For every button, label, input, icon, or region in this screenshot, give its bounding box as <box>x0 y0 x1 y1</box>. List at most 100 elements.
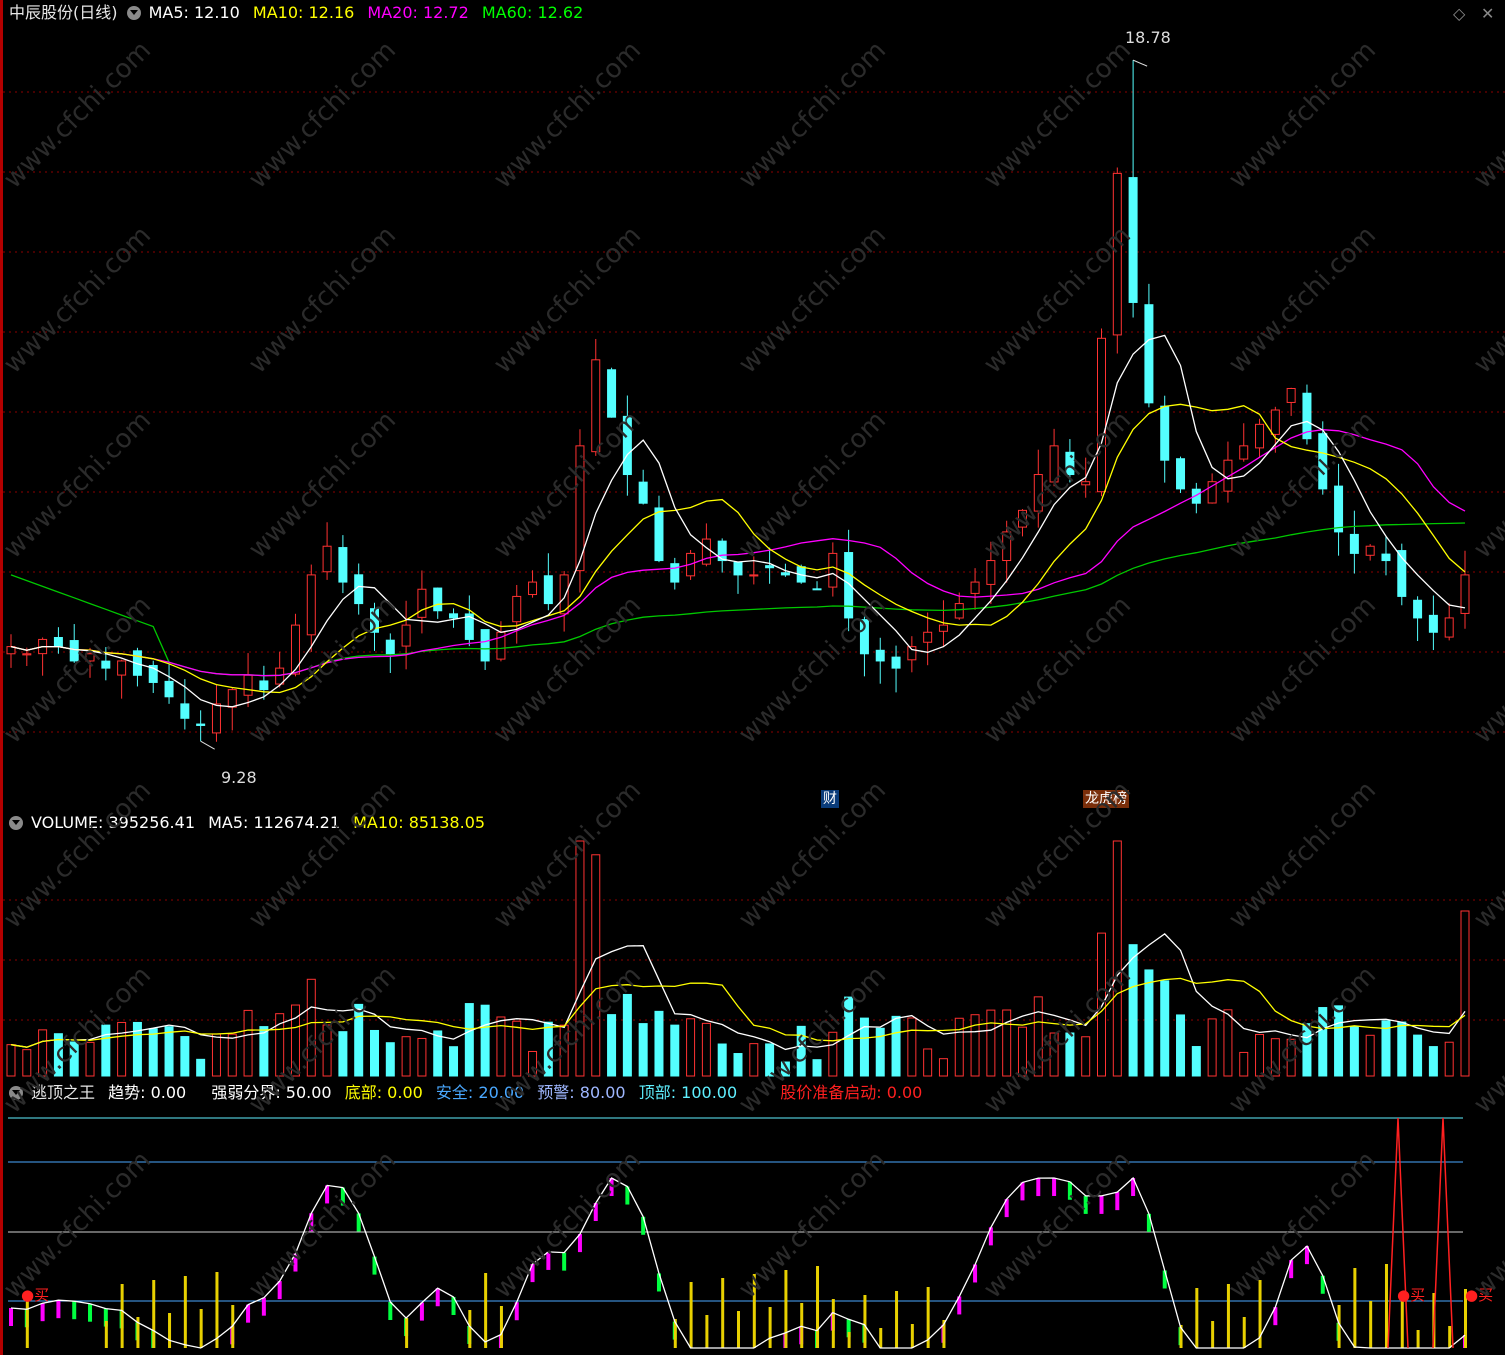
candle-body <box>227 689 237 708</box>
candle-body <box>338 547 348 583</box>
bottom-bar <box>689 1282 693 1348</box>
volume-bar <box>433 1030 443 1077</box>
volume-bar <box>654 1010 664 1077</box>
candle-body <box>401 624 411 647</box>
candle-body <box>1144 304 1154 404</box>
candle-body <box>117 660 127 676</box>
buy-signal: ●买 <box>1397 1286 1426 1304</box>
candle-body <box>306 574 316 636</box>
volume-bar <box>6 1044 16 1077</box>
diamond-icon[interactable]: ◇ <box>1453 4 1465 23</box>
warn-label: 预警: 80.00 <box>537 1083 626 1102</box>
volume-bar <box>607 1014 617 1077</box>
trend-bar <box>577 1234 582 1253</box>
volume-bar <box>749 1043 759 1077</box>
volume-bar <box>1460 910 1470 1077</box>
candle-body <box>954 603 964 619</box>
volume-bar <box>638 1023 648 1077</box>
candle-body <box>449 613 459 619</box>
bottom-bar <box>895 1291 899 1348</box>
bottom-bar <box>737 1311 740 1348</box>
indicator-header: 逃顶之王 趋势: 0.00 强弱分界: 50.00 底部: 0.00 安全: 2… <box>9 1082 930 1104</box>
vol-ma5-label: MA5: 112674.21 <box>208 813 341 832</box>
bottom-bar <box>183 1276 187 1348</box>
trend-bar <box>88 1303 93 1322</box>
indicator-chart-svg[interactable] <box>3 1080 1505 1355</box>
bottom-bar <box>120 1284 124 1348</box>
candle-body <box>780 572 790 576</box>
bottom-bar <box>1416 1330 1420 1348</box>
volume-chart-svg[interactable] <box>3 810 1505 1080</box>
volume-bar <box>1397 1021 1407 1077</box>
bottom-bar <box>1369 1301 1373 1348</box>
candle-body <box>733 561 743 576</box>
volume-bar <box>243 1009 253 1077</box>
ma10-label: MA10: 12.16 <box>252 3 355 22</box>
volume-bar <box>164 1026 174 1077</box>
volume-bar <box>954 1017 964 1077</box>
volume-bar <box>1444 1041 1454 1077</box>
trend-bar <box>72 1301 77 1320</box>
low-marker <box>200 740 215 750</box>
bottom-bar <box>721 1278 725 1348</box>
bottom-bar <box>405 1318 409 1348</box>
finance-tag[interactable]: 财 <box>821 790 839 808</box>
volume-bar <box>196 1058 206 1077</box>
candle-body <box>812 588 822 591</box>
price-header: 中辰股份(日线) MA5: 12.10 MA10: 12.16 MA20: 12… <box>9 2 591 24</box>
volume-bar <box>259 1026 269 1077</box>
bottom-bar <box>1226 1284 1230 1348</box>
candle-body <box>1381 553 1391 562</box>
start-spike <box>1387 1117 1409 1349</box>
volume-bar <box>923 1048 933 1077</box>
candle-body <box>1176 458 1186 490</box>
bottom-bar <box>484 1273 488 1348</box>
candle-body <box>1239 445 1249 460</box>
dropdown-icon[interactable] <box>126 6 141 20</box>
candle-body <box>607 369 617 418</box>
volume-bar <box>1207 1018 1217 1077</box>
candle-body <box>1365 545 1375 556</box>
bottom-bar <box>705 1315 709 1348</box>
ma60-label: MA60: 12.62 <box>481 3 584 22</box>
candle-body <box>1160 405 1170 461</box>
volume-bar <box>970 1014 980 1077</box>
bottom-bar <box>768 1307 772 1348</box>
dropdown-icon[interactable] <box>9 816 23 830</box>
candle-body <box>1413 599 1423 619</box>
candle-body <box>211 703 221 734</box>
bottom-bar <box>1353 1268 1357 1348</box>
volume-bar <box>464 1003 474 1077</box>
candle-body <box>1444 617 1454 638</box>
bottom-bar <box>152 1280 156 1348</box>
candle-body <box>1081 481 1091 486</box>
volume-bar <box>1112 840 1122 1077</box>
candle-body <box>53 637 63 648</box>
bottom-bar <box>468 1310 472 1348</box>
volume-bar <box>812 1059 822 1077</box>
candle-body <box>164 680 174 698</box>
indicator-panel[interactable]: 逃顶之王 趋势: 0.00 强弱分界: 50.00 底部: 0.00 安全: 2… <box>3 1080 1505 1355</box>
trend-bar <box>1052 1178 1057 1196</box>
close-icon[interactable]: ✕ <box>1481 4 1494 23</box>
candle-body <box>528 581 538 596</box>
volume-bar <box>180 1036 190 1077</box>
volume-bar <box>480 1004 490 1077</box>
candle-body <box>290 624 300 675</box>
candle-body <box>196 723 206 726</box>
bottom-bar <box>910 1324 914 1348</box>
bottom-bar <box>784 1270 788 1348</box>
bottom-bar <box>831 1299 835 1348</box>
bottom-bar <box>499 1306 503 1348</box>
volume-bar <box>1191 1046 1201 1077</box>
bottom-bar <box>847 1332 851 1348</box>
volume-bar <box>686 1018 696 1077</box>
candle-body <box>970 581 980 594</box>
volume-bar <box>148 1028 158 1077</box>
bottom-bar <box>168 1313 172 1348</box>
volume-bar <box>622 993 632 1077</box>
trend-bar <box>9 1308 13 1326</box>
volume-bar <box>1428 1046 1438 1077</box>
volume-panel[interactable]: VOLUME: 395256.41 MA5: 112674.21 MA10: 8… <box>3 810 1505 1080</box>
low-price-label: 9.28 <box>221 768 257 787</box>
